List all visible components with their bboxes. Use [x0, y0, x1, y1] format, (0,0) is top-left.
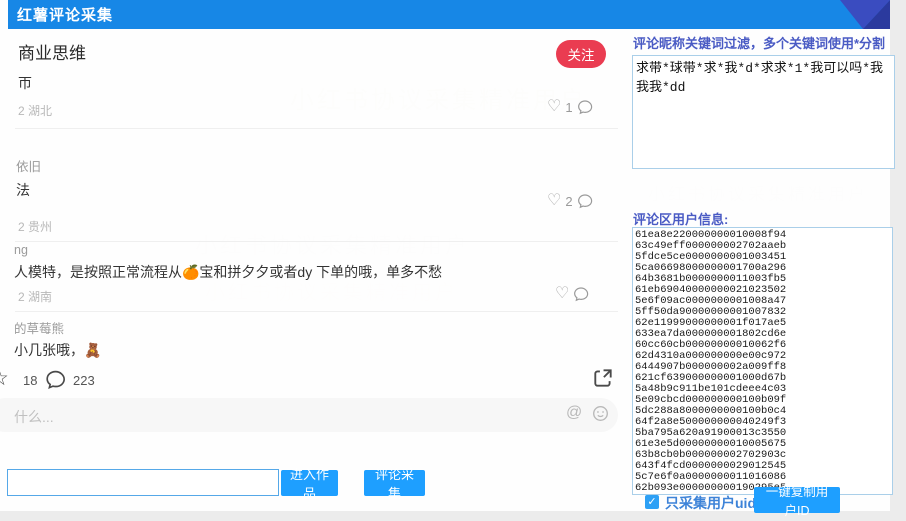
- open-external-icon[interactable]: [592, 367, 614, 389]
- comments-count: 223: [73, 373, 95, 388]
- comments-bubble-icon[interactable]: [45, 369, 66, 390]
- heart-icon[interactable]: ♡: [555, 286, 569, 302]
- comment-text: 小几张哦，🧸: [14, 340, 101, 360]
- reply-bubble-icon[interactable]: [577, 193, 593, 209]
- enter-note-button[interactable]: 进入作品: [281, 470, 338, 496]
- heart-icon[interactable]: ♡: [547, 99, 561, 115]
- window-title: 红薯评论采集: [17, 4, 113, 25]
- filter-keywords-label: 评论昵称关键词过滤，多个关键词使用*分割: [633, 33, 885, 52]
- comment-like-button[interactable]: ♡: [555, 286, 589, 302]
- comment-meta: 2 湖南: [18, 288, 52, 305]
- comment-meta: 2 湖北: [18, 102, 52, 119]
- divider: [15, 241, 618, 242]
- comment-user-name: ng: [14, 243, 28, 257]
- uid-only-checkbox-label: 只采集用户uid: [665, 493, 756, 513]
- post-author-name: 商业思维: [18, 39, 86, 64]
- title-bar: 红薯评论采集: [8, 0, 890, 29]
- note-url-input[interactable]: [7, 469, 279, 496]
- copy-user-ids-button[interactable]: 一键复制用户ID: [754, 487, 840, 513]
- emoji-smiley-icon[interactable]: [592, 405, 609, 422]
- reply-bubble-icon[interactable]: [577, 99, 593, 115]
- comment-text: 帀: [18, 73, 32, 93]
- comment-input-bar[interactable]: [0, 398, 618, 432]
- reply-bubble-icon[interactable]: [573, 286, 589, 302]
- comment-input-placeholder: 什么...: [14, 407, 54, 427]
- comment-like-button[interactable]: ♡ 2: [547, 193, 593, 209]
- uid-only-checkbox[interactable]: ✓: [645, 495, 659, 509]
- filter-keywords-textarea[interactable]: 求带*球带*求*我*d*求求*1*我可以吗*我我我*dd: [632, 55, 895, 169]
- comment-user-name: 的草莓熊: [14, 318, 64, 337]
- like-count: 2: [565, 194, 572, 209]
- user-id-list[interactable]: 61ea8e220000000010008f9463c49eff00000000…: [632, 227, 893, 495]
- comment-like-button[interactable]: ♡ 1: [547, 99, 593, 115]
- follow-button[interactable]: 关注: [556, 40, 606, 68]
- comment-feed-pane: 商业思维 关注 帀 2 湖北 ♡ 1 依旧 法 ♡ 2 2 贵州 ng 人模特，…: [0, 29, 630, 511]
- comment-text: 法: [16, 180, 30, 200]
- comment-user-name: 依旧: [16, 156, 41, 175]
- heart-icon[interactable]: ♡: [547, 193, 561, 209]
- corner-ribbon-decoration: [835, 0, 890, 29]
- like-count: 1: [565, 100, 572, 115]
- comment-text: 人模特，是按照正常流程从🍊宝和拼夕夕或者dy 下单的哦，单多不愁: [14, 262, 442, 282]
- user-info-label: 评论区用户信息:: [633, 209, 728, 228]
- divider: [15, 311, 618, 312]
- collect-star-icon[interactable]: ☆: [0, 368, 14, 392]
- collect-comments-button[interactable]: 评论采集: [364, 470, 425, 496]
- mention-at-icon[interactable]: @: [566, 404, 582, 422]
- comment-meta: 2 贵州: [18, 218, 52, 235]
- app-screenshot: 小红书协议采集精准用户 小红书协议采集精准用户 小红书协议采集精准用户 小红书协…: [0, 0, 906, 521]
- collect-count: 18: [23, 373, 37, 388]
- divider: [15, 128, 618, 129]
